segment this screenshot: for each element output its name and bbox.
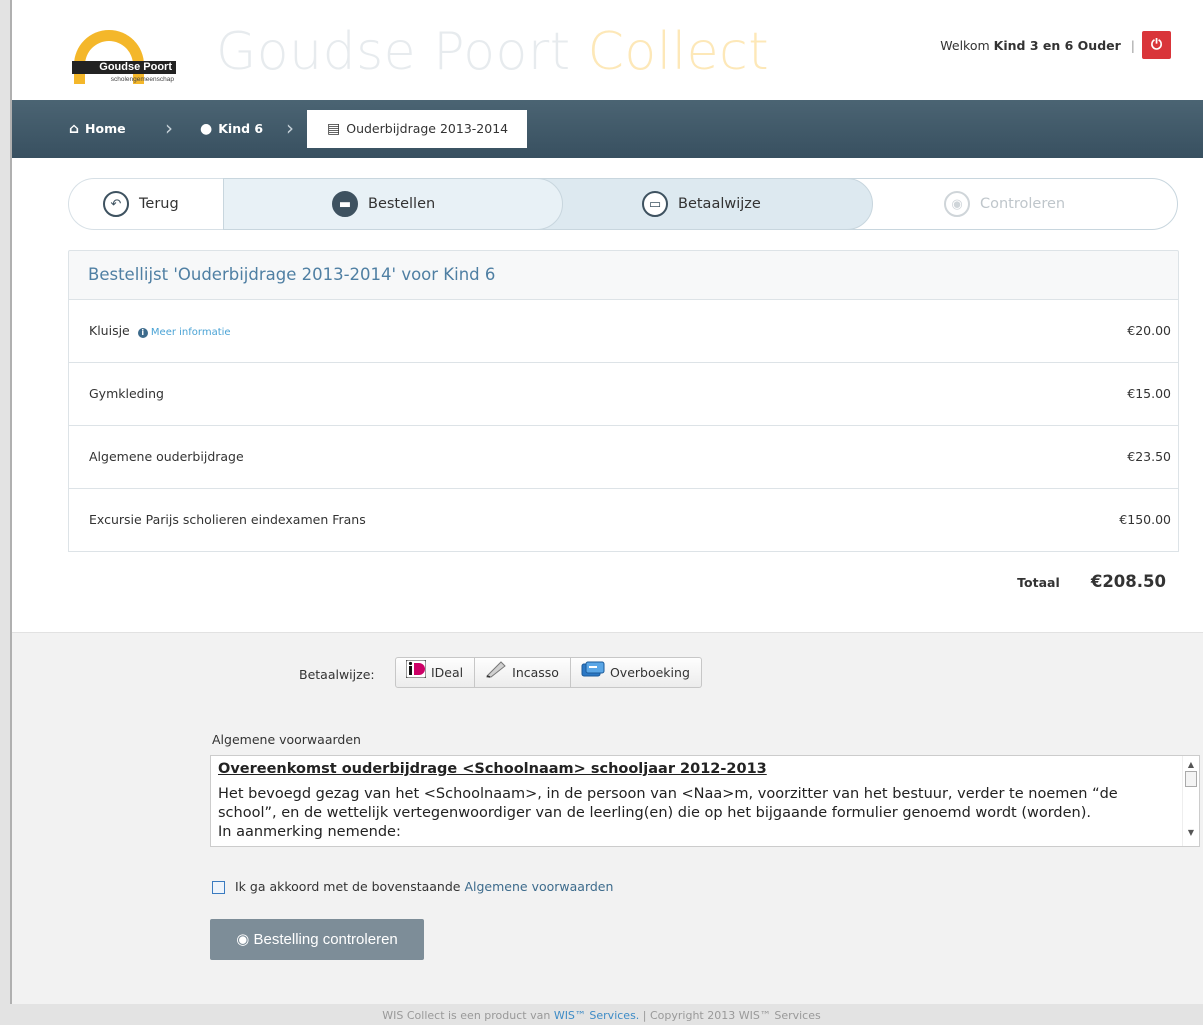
more-info-link[interactable]: i Meer informatie bbox=[137, 327, 231, 338]
payment-ideal-label: IDeal bbox=[431, 665, 464, 680]
payment-overboeking-button[interactable]: Overboeking bbox=[570, 657, 702, 688]
ideal-icon bbox=[405, 659, 427, 688]
logo-text: Goudse Poort bbox=[72, 61, 176, 74]
breadcrumb-chevron-icon: › bbox=[286, 116, 294, 140]
order-list-title: Bestellijst 'Ouderbijdrage 2013-2014' vo… bbox=[68, 250, 1179, 300]
terms-scrollbar[interactable]: ▲ ▼ bbox=[1182, 756, 1199, 846]
more-info-label: Meer informatie bbox=[150, 327, 231, 338]
scrollbar-thumb[interactable] bbox=[1185, 771, 1197, 787]
total-value: €208.50 bbox=[1090, 572, 1166, 591]
welcome-text: Welkom Kind 3 en 6 Ouder | bbox=[940, 38, 1135, 53]
payment-options: IDeal Incasso Overboeking bbox=[395, 657, 702, 688]
credit-card-icon: ▭ bbox=[642, 191, 668, 217]
agree-checkbox[interactable] bbox=[212, 881, 225, 894]
home-icon: ⌂ bbox=[69, 121, 80, 137]
header: Goudse Poort scholengemeenschap Goudse P… bbox=[12, 0, 1203, 100]
back-button[interactable]: ↶ Terug bbox=[68, 178, 228, 230]
welcome-prefix: Welkom bbox=[940, 38, 990, 53]
order-item-name: Excursie Parijs scholieren eindexamen Fr… bbox=[89, 512, 366, 527]
order-item-price: €23.50 bbox=[1127, 449, 1171, 464]
order-item-name: Algemene ouderbijdrage bbox=[89, 449, 244, 464]
payment-section: Betaalwijze: IDeal Incasso Overboeking A… bbox=[12, 632, 1203, 1004]
terms-title: Overeenkomst ouderbijdrage <Schoolnaam> … bbox=[218, 761, 767, 777]
step-label: Controleren bbox=[980, 196, 1066, 212]
logo-subtext: scholengemeenschap bbox=[110, 76, 174, 83]
step-label: Bestellen bbox=[368, 196, 436, 212]
terms-textarea[interactable]: Overeenkomst ouderbijdrage <Schoolnaam> … bbox=[210, 755, 1200, 847]
order-row: Gymkleding €15.00 bbox=[68, 363, 1179, 426]
footer-suffix: | Copyright 2013 WIS™ Services bbox=[642, 1009, 821, 1022]
review-order-button[interactable]: ◉ Bestelling controleren bbox=[210, 919, 424, 960]
order-item-price: €15.00 bbox=[1127, 386, 1171, 401]
logo[interactable]: Goudse Poort scholengemeenschap bbox=[60, 30, 182, 90]
breadcrumb-home-label: Home bbox=[85, 121, 126, 136]
order-item-name: Gymkleding bbox=[89, 386, 164, 401]
bank-transfer-icon bbox=[581, 659, 605, 688]
review-order-label: Bestelling controleren bbox=[253, 931, 398, 948]
breadcrumb-child[interactable]: ● Kind 6 bbox=[200, 100, 263, 158]
total-label: Totaal bbox=[1017, 575, 1060, 590]
list-icon: ▤ bbox=[327, 121, 341, 137]
step-bestellen[interactable]: ▬ Bestellen bbox=[223, 178, 563, 230]
order-total: Totaal €208.50 bbox=[1017, 572, 1166, 591]
payment-incasso-button[interactable]: Incasso bbox=[475, 657, 571, 688]
breadcrumb-chevron-icon: › bbox=[165, 116, 173, 140]
wizard-steps: ↶ Terug ▬ Bestellen ▭ Betaalwijze ◉ Controle… bbox=[68, 178, 1178, 230]
order-row: Kluisje i Meer informatie €20.00 bbox=[68, 300, 1179, 363]
app-title: Goudse Poort Collect bbox=[216, 22, 769, 82]
order-row: Excursie Parijs scholieren eindexamen Fr… bbox=[68, 489, 1179, 552]
breadcrumb-home[interactable]: ⌂ Home bbox=[69, 100, 126, 158]
footer-link[interactable]: WIS™ Services. bbox=[554, 1009, 639, 1022]
back-label: Terug bbox=[139, 196, 179, 212]
scroll-up-icon[interactable]: ▲ bbox=[1183, 758, 1199, 772]
breadcrumb-current: ▤ Ouderbijdrage 2013-2014 bbox=[307, 110, 527, 148]
power-icon: ⏻ bbox=[1150, 37, 1163, 53]
cart-icon: ▬ bbox=[332, 191, 358, 217]
payment-overboeking-label: Overboeking bbox=[609, 665, 690, 680]
pen-icon bbox=[485, 659, 507, 688]
step-label: Betaalwijze bbox=[678, 196, 761, 212]
terms-label: Algemene voorwaarden bbox=[212, 732, 361, 747]
scroll-down-icon[interactable]: ▼ bbox=[1183, 826, 1199, 840]
step-betaalwijze[interactable]: ▭ Betaalwijze bbox=[533, 178, 873, 230]
breadcrumb-child-label: Kind 6 bbox=[218, 121, 264, 136]
footer-prefix: WIS Collect is een product van bbox=[382, 1009, 551, 1022]
order-row: Algemene ouderbijdrage €23.50 bbox=[68, 426, 1179, 489]
terms-body-cut: In aanmerking nemende: bbox=[218, 824, 401, 840]
terms-link[interactable]: Algemene voorwaarden bbox=[464, 879, 613, 894]
terms-body: Het bevoegd gezag van het <Schoolnaam>, … bbox=[218, 786, 1118, 821]
order-list: Bestellijst 'Ouderbijdrage 2013-2014' vo… bbox=[68, 250, 1179, 552]
back-arrow-icon: ↶ bbox=[103, 191, 129, 217]
order-item-price: €20.00 bbox=[1127, 323, 1171, 338]
eye-icon: ◉ bbox=[236, 931, 250, 948]
info-icon: i bbox=[137, 328, 148, 338]
app-title-accent: Collect bbox=[587, 22, 770, 82]
welcome-separator: | bbox=[1130, 38, 1135, 53]
payment-incasso-label: Incasso bbox=[512, 665, 559, 680]
terms-agree: Ik ga akkoord met de bovenstaande Algeme… bbox=[212, 879, 613, 894]
user-icon: ● bbox=[200, 121, 213, 137]
payment-ideal-button[interactable]: IDeal bbox=[395, 657, 476, 688]
footer: WIS Collect is een product van WIS™ Serv… bbox=[0, 1004, 1203, 1025]
app-title-main: Goudse Poort bbox=[216, 22, 571, 82]
logout-button[interactable]: ⏻ bbox=[1142, 31, 1171, 59]
eye-icon: ◉ bbox=[944, 191, 970, 217]
order-item-name: Kluisje bbox=[89, 323, 130, 338]
step-controleren[interactable]: ◉ Controleren bbox=[843, 178, 1178, 230]
order-item-price: €150.00 bbox=[1119, 512, 1171, 527]
breadcrumb-current-label: Ouderbijdrage 2013-2014 bbox=[346, 121, 509, 136]
payment-label: Betaalwijze: bbox=[299, 667, 375, 682]
agree-text: Ik ga akkoord met de bovenstaande bbox=[234, 879, 461, 894]
page: Goudse Poort scholengemeenschap Goudse P… bbox=[10, 0, 1203, 1004]
breadcrumb: ⌂ Home › ● Kind 6 › ▤ Ouderbijdrage 2013-20… bbox=[12, 100, 1203, 158]
welcome-user: Kind 3 en 6 Ouder bbox=[993, 38, 1121, 53]
